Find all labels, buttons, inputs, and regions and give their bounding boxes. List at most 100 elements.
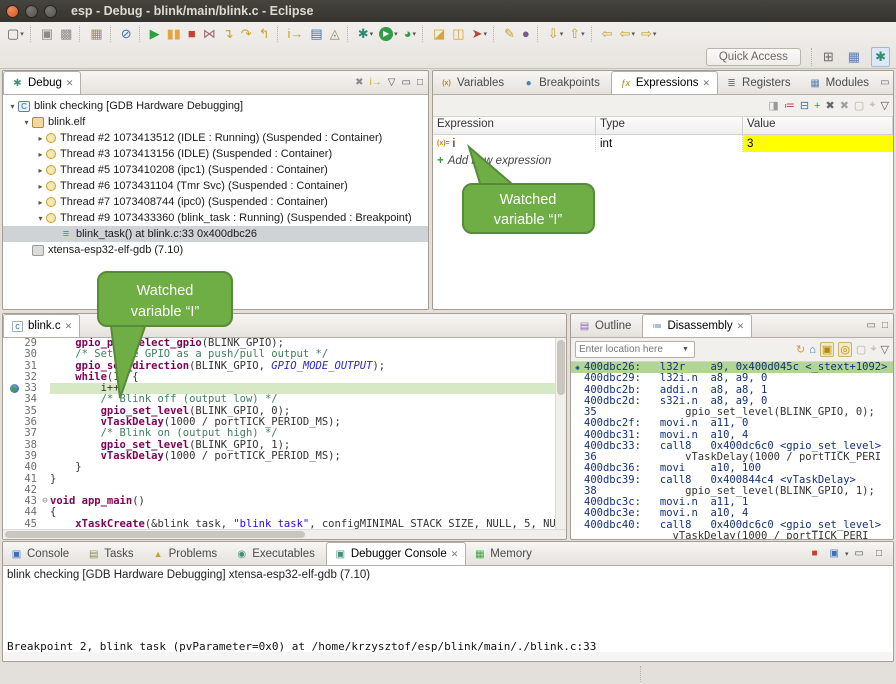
debug-tree-row[interactable]: ▸ Thread #5 1073410208 (ipc1) (Suspended…	[3, 162, 428, 178]
breakpoint-marker-icon[interactable]	[10, 463, 19, 472]
debug-tree-row[interactable]: xtensa-esp32-elf-gdb (7.10)	[3, 242, 428, 258]
previous-annotation[interactable]: ⇧▾	[567, 24, 586, 44]
location-input[interactable]	[576, 344, 682, 355]
instruction-stepping[interactable]: i→	[286, 24, 307, 44]
code-text[interactable]: }	[50, 462, 566, 473]
tree-expander-icon[interactable]: ▸	[35, 182, 46, 191]
breakpoint-marker-icon[interactable]	[10, 407, 19, 416]
line-number[interactable]: 30	[3, 349, 40, 360]
editor-horizontal-scrollbar[interactable]	[3, 529, 567, 539]
new-view[interactable]: ▢	[854, 99, 864, 112]
new-wizard[interactable]: ▢▾	[5, 24, 26, 44]
fold-marker-icon[interactable]	[40, 338, 50, 349]
dropdown-arrow-icon[interactable]: ▾	[581, 30, 585, 38]
view-tab[interactable]: Disassembly ✕	[642, 314, 752, 337]
search[interactable]: ●	[520, 24, 533, 44]
line-number[interactable]: 37	[3, 428, 40, 439]
view-tab[interactable]: Expressions ✕	[611, 71, 718, 94]
breakpoint-marker-icon[interactable]	[10, 350, 19, 359]
disassembly-row[interactable]: vTaskDelay(1000 / portTICK_PERI	[571, 531, 893, 540]
fold-marker-icon[interactable]	[40, 383, 50, 394]
column-header-value[interactable]: Value	[743, 117, 893, 134]
remove-all-terminated[interactable]: ✖	[355, 77, 363, 88]
tab-debug[interactable]: Debug ✕	[3, 71, 81, 94]
window-maximize-button[interactable]	[44, 5, 57, 18]
save[interactable]: ▣	[39, 24, 56, 44]
build[interactable]: ▦	[88, 24, 105, 44]
new-view[interactable]: ▢	[856, 343, 866, 356]
console-horizontal-scrollbar[interactable]	[4, 652, 892, 660]
line-number[interactable]: 40	[3, 462, 40, 473]
display-selected-console[interactable]: ▣	[830, 548, 839, 559]
tree-expander-icon[interactable]: ▾	[7, 102, 18, 111]
save-all[interactable]: ▩	[58, 24, 75, 44]
collapse-all[interactable]: ⊟	[800, 99, 809, 112]
pin-view[interactable]: ⌖	[869, 99, 875, 112]
code-editor[interactable]: 29 gpio_pad_select_gpio(BLINK_GPIO); 30 …	[3, 338, 566, 540]
fold-marker-icon[interactable]	[40, 507, 50, 518]
console-output[interactable]: Breakpoint 2, blink_task (pvParameter=0x…	[3, 583, 893, 662]
dropdown-arrow-icon[interactable]: ▾	[412, 30, 416, 38]
fold-marker-icon[interactable]	[40, 372, 50, 383]
debug-console[interactable]: ▤	[308, 24, 325, 44]
tree-expander-icon[interactable]: ▸	[35, 150, 46, 159]
console-tab[interactable]: Executables	[228, 543, 326, 565]
debug-tree-row[interactable]: ▾ blink checking [GDB Hardware Debugging…	[3, 98, 428, 114]
fold-marker-icon[interactable]	[40, 428, 50, 439]
breakpoint-marker-icon[interactable]	[10, 497, 19, 506]
dropdown-arrow-icon[interactable]: ▾	[20, 30, 24, 38]
code-line[interactable]: 41 }	[3, 474, 566, 485]
fold-marker-icon[interactable]: ⊖	[40, 496, 50, 507]
close-icon[interactable]: ✕	[65, 321, 73, 332]
dropdown-arrow-icon[interactable]: ▾	[631, 30, 635, 38]
open-project[interactable]: ◫	[450, 24, 467, 44]
minimize-icon[interactable]: ▭	[867, 320, 876, 331]
console-tab[interactable]: Debugger Console ✕	[326, 542, 466, 565]
skip-all-breakpoints[interactable]: ⊘	[119, 24, 135, 44]
remove-all[interactable]: ✖	[840, 99, 849, 112]
disassembly-row[interactable]: 400dbc2f: movi.n a11, 0	[571, 418, 893, 429]
fold-marker-icon[interactable]	[40, 406, 50, 417]
minimize[interactable]: ▭	[855, 548, 864, 559]
add-new-expression-row[interactable]: + Add new expression	[433, 152, 893, 169]
console-tab[interactable]: Memory	[466, 543, 543, 565]
disassembly-row[interactable]: 400dbc29: l32i.n a8, a9, 0	[571, 373, 893, 384]
dropdown-arrow-icon[interactable]: ▾	[370, 30, 374, 38]
disassembly-listing[interactable]: ◆ 400dbc26: l32r a9, 0x400d045c <_stext+…	[571, 362, 893, 540]
breakpoint-marker-icon[interactable]	[10, 508, 19, 517]
column-header-type[interactable]: Type	[596, 117, 743, 134]
trace-control[interactable]: ◬	[328, 24, 343, 44]
tree-expander-icon[interactable]: ▸	[35, 198, 46, 207]
close-icon[interactable]: ✕	[451, 549, 459, 560]
breakpoint-marker-icon[interactable]	[10, 486, 19, 495]
debug-tree-row[interactable]: ▾ Thread #9 1073433360 (blink_task : Run…	[3, 210, 428, 226]
last-edit-location[interactable]: ⇦	[600, 24, 616, 44]
code-line[interactable]: 43 ⊖ void app_main()	[3, 496, 566, 507]
close-icon[interactable]: ✕	[702, 78, 710, 89]
minimize[interactable]: ▭	[402, 77, 411, 88]
tree-expander-icon[interactable]: ▸	[35, 166, 46, 175]
dropdown-arrow-icon[interactable]: ▾	[560, 30, 564, 38]
view-menu[interactable]: ▽	[388, 77, 396, 88]
maximize[interactable]: □	[417, 77, 423, 88]
open-perspective-icon[interactable]: ⊞	[820, 48, 837, 66]
editor-tab[interactable]: blink.c ✕	[3, 314, 80, 337]
resume[interactable]: ▶	[148, 24, 163, 44]
home[interactable]: ⌂	[809, 344, 816, 356]
breakpoint-marker-icon[interactable]	[10, 418, 19, 427]
code-text[interactable]: vTaskDelay(1000 / portTICK_PERIOD_MS);	[50, 451, 566, 462]
forward[interactable]: ⇨▾	[639, 24, 658, 44]
fold-marker-icon[interactable]	[40, 361, 50, 372]
expression-row[interactable]: (x)=i int 3	[433, 135, 893, 152]
fold-marker-icon[interactable]	[40, 474, 50, 485]
breakpoint-marker-icon[interactable]	[10, 429, 19, 438]
chevron-down-icon[interactable]: ▼	[682, 346, 692, 353]
debug-tree-row[interactable]: ▸ Thread #7 1073408744 (ipc0) (Suspended…	[3, 194, 428, 210]
view-tab[interactable]: Registers	[718, 72, 802, 94]
disassembly-row[interactable]: 400dbc36: movi a10, 100	[571, 463, 893, 474]
instruction-stepping-mode[interactable]: i→	[370, 77, 382, 88]
view-tab[interactable]: Breakpoints	[515, 72, 611, 94]
debug-tree-row[interactable]: ▾ blink.elf	[3, 114, 428, 130]
view-menu[interactable]: ▽	[881, 99, 889, 112]
tree-expander-icon[interactable]: ▸	[35, 134, 46, 143]
